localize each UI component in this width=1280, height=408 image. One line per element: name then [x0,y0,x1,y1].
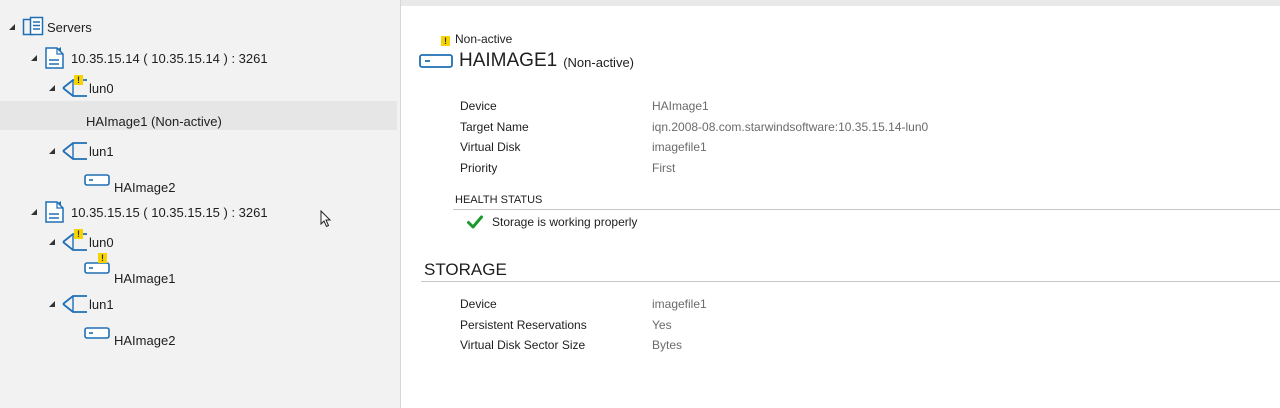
tree-item-device[interactable]: ! HAImage1 [84,253,176,286]
tree-item-label: HAImage2 [114,332,176,348]
tree-item-server[interactable]: 10.35.15.14 ( 10.35.15.14 ) : 3261 [30,45,268,71]
tree-item-lun[interactable]: ! lun0 [48,229,114,255]
warning-icon: ! [98,253,107,263]
property-label: Target Name [460,120,529,134]
property-label: Virtual Disk Sector Size [460,338,586,352]
expand-arrow-icon[interactable] [48,84,56,92]
mouse-cursor-icon [320,210,332,228]
page-title: HAIMAGE1 (Non-active) [419,50,634,72]
property-label: Device [460,99,497,113]
property-label: Priority [460,161,498,175]
tree-item-device[interactable]: HAImage2 [84,167,176,195]
tree-item-device[interactable]: HAImage1 (Non-active) [86,108,222,134]
expand-arrow-icon[interactable] [30,208,38,216]
warning-icon: ! [74,75,83,85]
property-value: imagefile1 [652,140,707,154]
server-icon [45,47,64,69]
warning-icon: ! [74,229,83,239]
property-value: Yes [652,318,672,332]
servers-icon [22,16,44,36]
tree-item-label: Servers [47,19,92,35]
tree-item-lun[interactable]: ! lun0 [48,75,114,101]
expand-arrow-icon[interactable] [30,54,38,62]
device-detail-pane: ! Non-active HAIMAGE1 (Non-active) Devic… [401,6,1280,408]
server-icon [45,201,64,223]
expand-arrow-icon[interactable] [48,147,56,155]
expand-arrow-icon[interactable] [48,238,56,246]
property-value: HAImage1 [652,99,709,113]
property-value: First [652,161,676,175]
tree-item-server[interactable]: 10.35.15.15 ( 10.35.15.15 ) : 3261 [30,199,268,225]
property-label: Device [460,297,497,311]
property-label: Persistent Reservations [460,318,587,332]
disk-device-icon [84,174,110,186]
property-value: iqn.2008-08.com.starwindsoftware:10.35.1… [652,120,929,134]
property-value: Bytes [652,338,683,352]
property-value: imagefile1 [652,297,707,311]
status-badge: ! Non-active [441,32,512,46]
tree-item-label: lun0 [89,80,114,96]
checkmark-icon [467,215,483,229]
tree-item-label: HAImage2 [114,179,176,195]
status-text: Non-active [455,32,513,46]
tree-item-lun[interactable]: lun1 [48,138,114,164]
lun-icon [61,293,89,315]
lun-icon [61,140,89,162]
tree-item-lun[interactable]: lun1 [48,291,114,317]
tree-item-label: lun0 [89,234,114,250]
health-status-heading: HEALTH STATUS [455,194,543,206]
health-status-row: Storage is working properly [467,215,637,229]
expand-arrow-icon[interactable] [8,23,16,31]
property-label: Virtual Disk [460,140,521,154]
tree-item-label: 10.35.15.14 ( 10.35.15.14 ) : 3261 [71,50,268,66]
warning-icon: ! [441,36,450,46]
server-tree-pane[interactable]: Servers 10.35.15.14 ( 10.35.15.14 ) : 32… [0,0,401,408]
tree-item-label: 10.35.15.15 ( 10.35.15.15 ) : 3261 [71,204,268,220]
tree-item-label: HAImage1 (Non-active) [86,113,222,129]
tree-item-device[interactable]: HAImage2 [84,320,176,348]
disk-device-icon [84,327,110,339]
disk-device-icon: ! [84,253,110,275]
tree-item-label: lun1 [89,143,114,159]
tree-item-servers[interactable]: Servers [8,14,92,40]
device-state: (Non-active) [563,54,634,70]
lun-icon: ! [61,229,89,253]
section-divider [453,209,1280,210]
health-message: Storage is working properly [492,215,638,229]
expand-arrow-icon[interactable] [48,300,56,308]
lun-icon: ! [61,75,89,99]
device-name: HAIMAGE1 [459,50,558,71]
tree-item-label: HAImage1 [114,270,176,286]
tree-item-label: lun1 [89,296,114,312]
section-divider [421,281,1280,282]
disk-device-icon [419,54,453,68]
storage-heading: STORAGE [424,260,507,279]
